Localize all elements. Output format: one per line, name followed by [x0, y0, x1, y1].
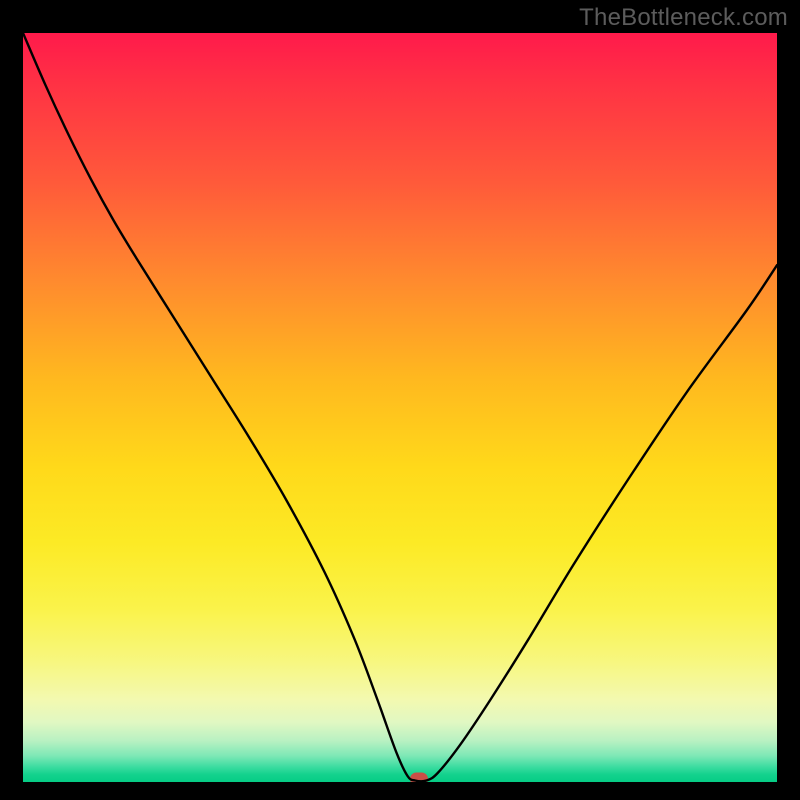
bottleneck-curve — [23, 33, 777, 781]
watermark-text: TheBottleneck.com — [579, 4, 788, 32]
plot-area — [23, 33, 777, 782]
curve-svg — [23, 33, 777, 782]
chart-frame: TheBottleneck.com — [0, 0, 800, 800]
